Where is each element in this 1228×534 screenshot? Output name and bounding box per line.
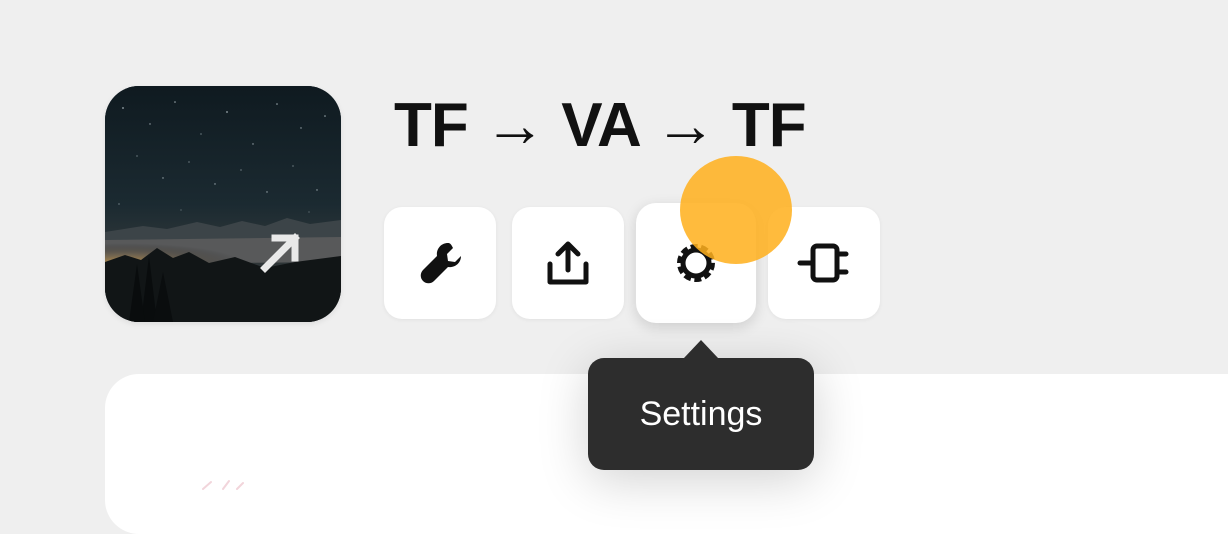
integrations-button[interactable] [768, 207, 880, 319]
share-upload-icon [547, 241, 589, 285]
night-landscape-image [105, 86, 341, 322]
open-external-arrow-icon [260, 233, 300, 273]
wrench-button[interactable] [384, 207, 496, 319]
gear-icon [677, 244, 715, 282]
wrench-icon [420, 243, 461, 284]
settings-tooltip: Settings [588, 340, 814, 470]
settings-button[interactable] [636, 203, 756, 323]
share-button[interactable] [512, 207, 624, 319]
card-decoration-icon [202, 480, 244, 490]
plugin-connector-icon [797, 243, 849, 283]
workflow-title: TF → VA → TF [394, 91, 807, 160]
workflow-thumbnail[interactable] [105, 86, 341, 322]
